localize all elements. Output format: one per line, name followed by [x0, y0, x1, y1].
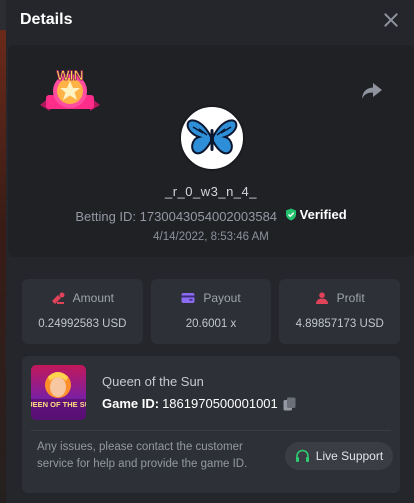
stat-payout-label: Payout: [203, 291, 241, 305]
support-message: Any issues, please contact the customer …: [37, 441, 248, 470]
verified-shield-icon: [285, 208, 296, 221]
betting-id-value: 1730043054002003584: [139, 209, 278, 224]
stat-amount: Amount 0.24992583 USD: [22, 279, 143, 344]
stat-payout: Payout 20.6001 x: [150, 279, 272, 344]
copy-icon[interactable]: [283, 397, 296, 411]
butterfly-icon: [186, 119, 238, 155]
avatar: [179, 105, 245, 171]
bet-timestamp: 4/14/2022, 8:53:46 AM: [153, 231, 269, 243]
modal-title: Details: [20, 11, 73, 28]
game-id-line: Game ID: 1861970500001001: [102, 396, 296, 411]
game-id-label: Game ID:: [102, 396, 160, 411]
queen-of-the-sun-thumbnail-image: QUEEN OF THE SUN: [31, 365, 86, 420]
modal-header: Details: [6, 0, 414, 40]
verified-badge: Verified: [285, 207, 347, 222]
headset-icon: [295, 449, 309, 462]
win-badge-icon: WIN: [40, 67, 100, 111]
chip-icon: [51, 292, 65, 304]
betting-id-line: Betting ID: 1730043054002003584 Verified: [8, 207, 414, 224]
thumbnail-title: QUEEN OF THE SUN: [31, 400, 86, 409]
user-arrow-icon: [315, 292, 328, 304]
game-id-value: 1861970500001001: [162, 396, 278, 411]
verified-label: Verified: [299, 207, 347, 222]
close-icon[interactable]: [382, 11, 400, 29]
stat-amount-value: 0.24992583 USD: [38, 318, 127, 330]
game-card: QUEEN OF THE SUN Queen of the Sun Game I…: [22, 356, 400, 493]
win-badge-text: WIN: [56, 67, 83, 83]
game-thumbnail[interactable]: QUEEN OF THE SUN: [31, 365, 86, 420]
stat-payout-value: 20.6001 x: [185, 318, 237, 330]
stat-profit-label: Profit: [336, 291, 365, 305]
wallet-icon: [181, 293, 195, 303]
share-icon[interactable]: [361, 81, 383, 101]
live-support-label: Live Support: [315, 449, 384, 463]
stat-profit-value: 4.89857173 USD: [295, 318, 384, 330]
game-name: Queen of the Sun: [102, 374, 204, 389]
live-support-button[interactable]: Live Support: [285, 442, 393, 470]
stat-profit: Profit 4.89857173 USD: [279, 279, 401, 344]
details-modal: Details WIN _r_0_w3_n_4_ Betting ID: 173…: [6, 0, 414, 503]
bet-summary-card: WIN _r_0_w3_n_4_ Betting ID: 17300430540…: [8, 45, 414, 257]
stat-amount-label: Amount: [72, 291, 115, 305]
username: _r_0_w3_n_4_: [164, 184, 258, 199]
betting-id-label: Betting ID:: [75, 209, 137, 224]
divider: [31, 430, 391, 431]
stats-row: Amount 0.24992583 USD Payout 20.6001 x P…: [22, 279, 401, 344]
